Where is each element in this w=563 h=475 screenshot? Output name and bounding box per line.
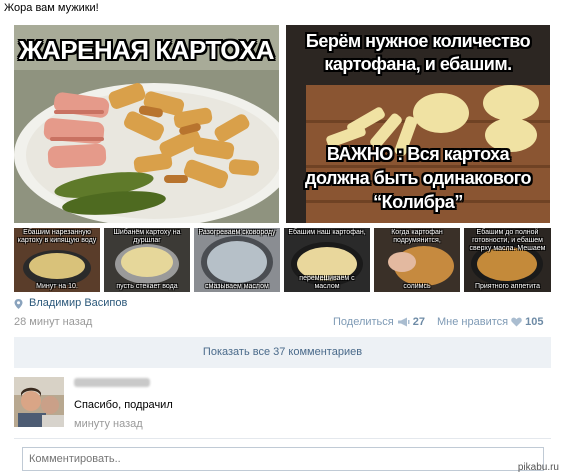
meme-caption-bottom-2: должна быть одинакового: [305, 168, 531, 188]
heart-icon: [511, 317, 522, 327]
meme-caption-top-2: картофана, и ебашим.: [324, 54, 512, 74]
thumb-caption-bottom: пусть стекает вода: [116, 283, 178, 290]
thumb-caption-bottom: Приятного аппетита: [474, 283, 541, 290]
location-pin-icon: [14, 298, 23, 309]
share-label: Поделиться: [333, 316, 394, 328]
meme-caption-top-1: Берём нужное количество: [305, 31, 531, 51]
commenter-avatar[interactable]: [14, 377, 64, 427]
like-count: 105: [525, 316, 544, 328]
thumb-photo-6[interactable]: Ебашим до полной готовности, и ебашем св…: [464, 228, 551, 292]
thumb-caption-top: Ебашим до полной готовности, и ебашем св…: [469, 229, 546, 252]
post-author-name[interactable]: Владимир Васипов: [29, 297, 127, 309]
thumb-caption-bottom: солимсь: [403, 283, 431, 290]
like-label: Мне нравится: [437, 316, 509, 328]
show-all-comments-button[interactable]: Показать все 37 комментариев: [14, 337, 551, 368]
post-time[interactable]: 28 минут назад: [14, 316, 92, 328]
share-button[interactable]: Поделиться 27: [333, 316, 425, 328]
watermark: pikabu.ru: [517, 462, 559, 473]
thumb-photo-1[interactable]: Ебашим нарезанную картоху в кипящую воду…: [14, 228, 100, 292]
thumb-photo-4[interactable]: Ебашим наш картофан, перемешиваем с масл…: [284, 228, 370, 292]
thumb-photo-5[interactable]: Когда картофан подрумянится, солимсь: [374, 228, 460, 292]
meme-caption-bottom-1: ВАЖНО : Вся картоха: [326, 144, 510, 164]
photo-thumbnails: Ебашим нарезанную картоху в кипящую воду…: [14, 228, 551, 292]
blurred-name: [74, 378, 150, 387]
thumb-caption-top: Ебашим нарезанную картоху в кипящую воду: [17, 229, 97, 244]
meme-caption-bottom-3: “Колибра”: [373, 192, 463, 212]
thumb-caption-top: Когда картофан подрумянится,: [391, 229, 443, 244]
thumb-caption-top: Шибанём картоху на дуршлаг: [113, 229, 181, 244]
photo-potatoes-cutting[interactable]: Берём нужное количество картофана, и еба…: [286, 25, 550, 223]
like-button[interactable]: Мне нравится 105: [437, 316, 543, 328]
meme-caption-title: ЖАРЕНАЯ КАРТОХА: [18, 35, 275, 65]
photo-fried-potatoes[interactable]: ЖАРЕНАЯ КАРТОХА: [14, 25, 279, 223]
post-text: Жора вам мужики!: [4, 2, 99, 14]
comment-text: Спасибо, подрачил: [74, 399, 173, 411]
thumb-caption-bottom: перемешиваем с маслом: [299, 275, 355, 290]
thumb-caption-bottom: Минут на 10.: [36, 283, 78, 290]
megaphone-icon: [397, 317, 410, 327]
thumb-caption-bottom: смазываем маслом: [205, 283, 269, 290]
comment-input[interactable]: [22, 447, 544, 471]
thumb-photo-3[interactable]: Разогреваем сковороду смазываем маслом: [194, 228, 280, 292]
share-count: 27: [412, 316, 425, 328]
post-author[interactable]: Владимир Васипов: [14, 297, 127, 309]
thumb-caption-top: Ебашим наш картофан,: [288, 229, 366, 236]
comment-time[interactable]: минуту назад: [74, 418, 143, 430]
divider: [14, 438, 551, 439]
thumb-caption-top: Разогреваем сковороду: [198, 229, 276, 236]
commenter-name[interactable]: [74, 378, 150, 390]
avatar-photo-image: [14, 377, 64, 427]
thumb-photo-2[interactable]: Шибанём картоху на дуршлаг пусть стекает…: [104, 228, 190, 292]
